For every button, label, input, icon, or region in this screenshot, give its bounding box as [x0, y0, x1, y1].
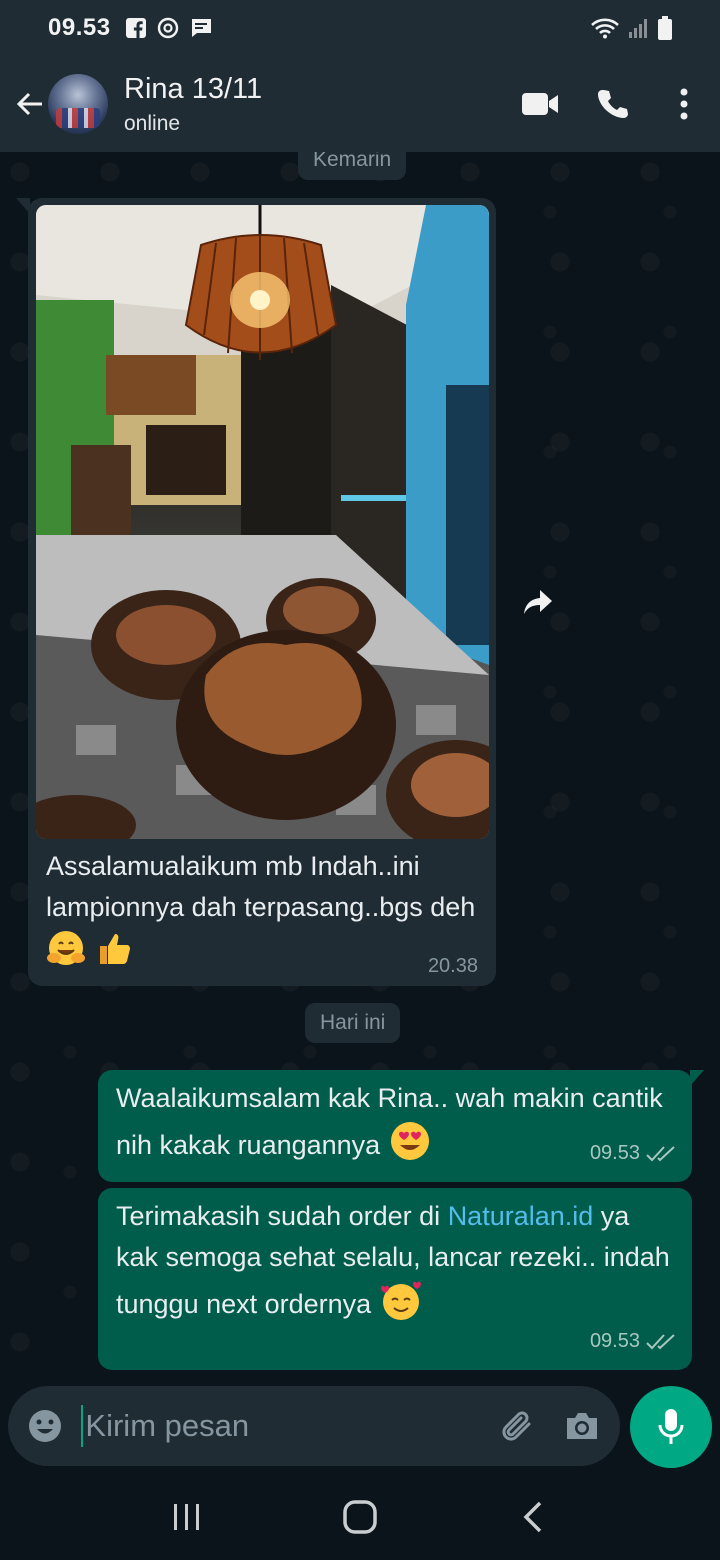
double-check-icon: [646, 1333, 675, 1349]
outgoing-message-meta: 09.53: [590, 1133, 676, 1174]
heart-eyes-emoji: [388, 1119, 432, 1175]
outgoing-message[interactable]: Waalaikumsalam kak Rina.. wah makin cant…: [98, 1070, 704, 1182]
more-icon: [680, 88, 688, 120]
facebook-icon: [125, 17, 147, 39]
outgoing-text-2a: Terimakasih sudah order di: [116, 1201, 441, 1231]
video-call-button[interactable]: [504, 68, 576, 140]
outgoing-message[interactable]: Terimakasih sudah order di Naturalan.id …: [98, 1188, 692, 1370]
incoming-text: Assalamualaikum mb Indah..ini lampionnya…: [46, 851, 476, 922]
outgoing-message-text: Terimakasih sudah order di Naturalan.id …: [98, 1188, 692, 1334]
smiley-icon: [29, 1410, 62, 1442]
emoji-button[interactable]: [12, 1390, 79, 1462]
forward-button[interactable]: [510, 574, 566, 630]
chat-header: Rina 13/11 online: [0, 56, 720, 152]
outgoing-message-meta: 09.53: [590, 1321, 676, 1362]
paperclip-icon: [502, 1411, 531, 1441]
outgoing-time-2: 09.53: [589, 1330, 640, 1352]
chat-icon: [189, 17, 213, 39]
wifi-icon: [590, 17, 620, 39]
back-button[interactable]: [6, 80, 54, 128]
incoming-message-time: 20.38: [427, 955, 478, 977]
more-options-button[interactable]: [648, 68, 720, 140]
back-nav-button[interactable]: [493, 1477, 573, 1557]
forward-icon: [524, 590, 552, 614]
system-nav-bar: [0, 1474, 720, 1560]
arrow-left-icon: [16, 92, 42, 116]
chevron-left-icon: [523, 1501, 542, 1533]
microphone-icon: [658, 1409, 684, 1444]
status-bar: 09.53: [0, 0, 720, 56]
messenger-icon: [157, 17, 179, 39]
naturalan-link[interactable]: Naturalan.id: [448, 1201, 594, 1231]
camera-icon: [566, 1413, 597, 1439]
smiling-face-with-hearts-emoji: [379, 1278, 423, 1334]
recent-apps-icon: [173, 1504, 199, 1530]
thumbs-up-emoji: [94, 928, 134, 980]
date-chip-yesterday: Kemarin: [298, 152, 407, 180]
battery-icon: [658, 16, 672, 40]
contact-status: online: [124, 111, 181, 135]
camera-button[interactable]: [549, 1390, 614, 1462]
incoming-message-text: Assalamualaikum mb Indah..ini lampionnya…: [46, 846, 486, 980]
double-check-icon: [646, 1145, 675, 1161]
message-photo[interactable]: [36, 205, 489, 839]
incoming-message[interactable]: Assalamualaikum mb Indah..ini lampionnya…: [16, 198, 496, 986]
video-call-icon: [522, 93, 558, 115]
avatar[interactable]: [48, 74, 108, 134]
voice-record-button[interactable]: [630, 1386, 712, 1468]
voice-call-button[interactable]: [576, 68, 648, 140]
date-chip-today: Hari ini: [305, 1003, 401, 1043]
home-icon: [343, 1500, 377, 1534]
status-time: 09.53: [48, 14, 111, 41]
system-icons: [590, 16, 672, 40]
voice-call-icon: [598, 90, 628, 118]
lantern-room-photo: [36, 205, 489, 839]
header-actions: [504, 68, 720, 140]
recent-apps-button[interactable]: [147, 1477, 227, 1557]
message-input[interactable]: [83, 1396, 485, 1456]
hugging-face-emoji: [46, 928, 86, 980]
contact-name: Rina 13/11: [124, 72, 263, 105]
outgoing-time-1: 09.53: [589, 1142, 640, 1164]
message-composer: [8, 1386, 620, 1466]
notification-icons: [125, 17, 213, 39]
signal-icon: [628, 17, 650, 39]
contact-info[interactable]: Rina 13/11 online: [124, 73, 262, 136]
message-list[interactable]: Kemarin Assalamualaikum mb Indah..ini la…: [0, 152, 720, 1474]
home-button[interactable]: [320, 1477, 400, 1557]
attach-button[interactable]: [484, 1390, 549, 1462]
